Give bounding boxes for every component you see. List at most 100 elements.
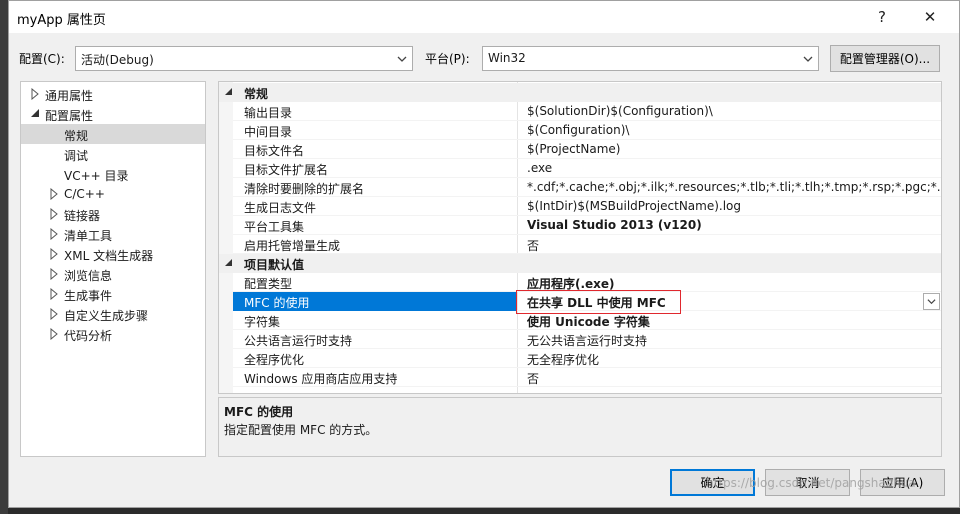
platform-label: 平台(P): bbox=[425, 52, 470, 66]
property-row[interactable]: 中间目录 $(Configuration)\ bbox=[233, 121, 941, 140]
expand-arrow-icon bbox=[50, 268, 58, 280]
tree-item-browse-information[interactable]: 浏览信息 bbox=[21, 264, 205, 284]
property-value[interactable]: 使用 Unicode 字符集 bbox=[527, 313, 941, 330]
configuration-value: 活动(Debug) bbox=[81, 53, 154, 67]
property-grid: 常规 输出目录 $(SolutionDir)$(Configuration)\ 中… bbox=[218, 81, 942, 394]
property-value[interactable]: Visual Studio 2013 (v120) bbox=[527, 218, 941, 232]
property-row[interactable]: 目标文件扩展名 .exe bbox=[233, 159, 941, 178]
tree-item-label: XML 文档生成器 bbox=[64, 249, 154, 263]
chevron-down-icon bbox=[397, 56, 407, 62]
description-text: 指定配置使用 MFC 的方式。 bbox=[224, 423, 378, 437]
tree-item-code-analysis[interactable]: 代码分析 bbox=[21, 324, 205, 344]
tree-item-linker[interactable]: 链接器 bbox=[21, 204, 205, 224]
expand-arrow-icon bbox=[50, 228, 58, 240]
property-value[interactable]: 无全程序优化 bbox=[527, 351, 941, 368]
property-name: 公共语言运行时支持 bbox=[244, 334, 353, 348]
tree-item-configuration-properties[interactable]: 配置属性 bbox=[21, 104, 205, 124]
description-panel: MFC 的使用 指定配置使用 MFC 的方式。 bbox=[218, 397, 942, 457]
property-name: 清除时要删除的扩展名 bbox=[244, 182, 365, 196]
property-row[interactable]: 平台工具集 Visual Studio 2013 (v120) bbox=[233, 216, 941, 235]
collapse-arrow-icon bbox=[31, 109, 39, 117]
tree-item-label: 浏览信息 bbox=[64, 269, 113, 283]
property-name: 目标文件扩展名 bbox=[244, 163, 329, 177]
property-row[interactable]: 输出目录 $(SolutionDir)$(Configuration)\ bbox=[233, 102, 941, 121]
tree-item-label: 生成事件 bbox=[64, 289, 113, 303]
property-tree: 通用属性 配置属性 常规 调试 VC++ 目录 C/C++ 链接器 清单工具 X… bbox=[20, 81, 206, 457]
collapse-arrow-icon bbox=[225, 88, 232, 95]
expand-arrow-icon bbox=[31, 88, 39, 100]
property-name: 输出目录 bbox=[244, 106, 293, 120]
tree-item-cpp[interactable]: C/C++ bbox=[21, 184, 205, 204]
window-title: myApp 属性页 bbox=[17, 13, 106, 28]
property-name: 中间目录 bbox=[244, 125, 293, 139]
property-name: 配置类型 bbox=[244, 277, 293, 291]
category-general[interactable]: 常规 bbox=[219, 83, 941, 102]
category-label: 常规 bbox=[244, 87, 269, 101]
property-name: MFC 的使用 bbox=[244, 296, 310, 310]
expand-arrow-icon bbox=[50, 188, 58, 200]
tree-item-vc-directories[interactable]: VC++ 目录 bbox=[21, 164, 205, 184]
platform-value: Win32 bbox=[488, 51, 526, 65]
property-value[interactable]: $(SolutionDir)$(Configuration)\ bbox=[527, 104, 941, 118]
chevron-down-icon bbox=[927, 299, 936, 305]
expand-arrow-icon bbox=[50, 308, 58, 320]
highlight-annotation bbox=[516, 290, 681, 314]
property-name: 生成日志文件 bbox=[244, 201, 317, 215]
property-value[interactable]: $(IntDir)$(MSBuildProjectName).log bbox=[527, 199, 941, 213]
tree-item-general[interactable]: 常规 bbox=[21, 124, 205, 144]
property-value[interactable]: *.cdf;*.cache;*.obj;*.ilk;*.resources;*.… bbox=[527, 180, 941, 194]
property-name: 目标文件名 bbox=[244, 144, 305, 158]
close-button[interactable]: ✕ bbox=[907, 1, 953, 33]
property-row[interactable]: 清除时要删除的扩展名 *.cdf;*.cache;*.obj;*.ilk;*.re… bbox=[233, 178, 941, 197]
property-row[interactable]: 目标文件名 $(ProjectName) bbox=[233, 140, 941, 159]
configuration-label: 配置(C): bbox=[19, 52, 65, 66]
tree-item-label: 常规 bbox=[64, 129, 89, 143]
property-value[interactable]: .exe bbox=[527, 161, 941, 175]
value-dropdown-button[interactable] bbox=[923, 293, 940, 310]
tree-item-xml-doc-generator[interactable]: XML 文档生成器 bbox=[21, 244, 205, 264]
property-row[interactable]: Windows 应用商店应用支持 否 bbox=[233, 368, 941, 387]
property-value[interactable]: 否 bbox=[527, 237, 941, 254]
tree-item-label: VC++ 目录 bbox=[64, 169, 129, 183]
tree-item-label: 调试 bbox=[64, 149, 89, 163]
configuration-combo[interactable]: 活动(Debug) bbox=[75, 46, 413, 71]
configuration-manager-button[interactable]: 配置管理器(O)... bbox=[830, 45, 940, 72]
tree-item-label: 链接器 bbox=[64, 209, 101, 223]
property-row[interactable]: 全程序优化 无全程序优化 bbox=[233, 349, 941, 368]
property-name: 平台工具集 bbox=[244, 220, 305, 234]
tree-item-label: 通用属性 bbox=[45, 89, 94, 103]
property-name: Windows 应用商店应用支持 bbox=[244, 372, 398, 386]
description-heading: MFC 的使用 bbox=[224, 405, 294, 419]
property-value[interactable]: 无公共语言运行时支持 bbox=[527, 332, 941, 349]
tree-item-common-properties[interactable]: 通用属性 bbox=[21, 84, 205, 104]
title-bar: myApp 属性页 ? ✕ bbox=[9, 1, 959, 33]
category-label: 项目默认值 bbox=[244, 258, 305, 272]
tree-item-manifest-tool[interactable]: 清单工具 bbox=[21, 224, 205, 244]
expand-arrow-icon bbox=[50, 208, 58, 220]
tree-item-label: 配置属性 bbox=[45, 109, 94, 123]
expand-arrow-icon bbox=[50, 328, 58, 340]
property-row[interactable]: 生成日志文件 $(IntDir)$(MSBuildProjectName).log bbox=[233, 197, 941, 216]
property-row[interactable]: 公共语言运行时支持 无公共语言运行时支持 bbox=[233, 330, 941, 349]
property-name: 全程序优化 bbox=[244, 353, 305, 367]
expand-arrow-icon bbox=[50, 288, 58, 300]
tree-item-debugging[interactable]: 调试 bbox=[21, 144, 205, 164]
tree-item-custom-build-step[interactable]: 自定义生成步骤 bbox=[21, 304, 205, 324]
property-value[interactable]: $(ProjectName) bbox=[527, 142, 941, 156]
property-name: 字符集 bbox=[244, 315, 281, 329]
grid-gutter bbox=[219, 82, 233, 393]
property-row[interactable]: 启用托管增量生成 否 bbox=[233, 235, 941, 254]
collapse-arrow-icon bbox=[225, 259, 232, 266]
tree-item-label: 自定义生成步骤 bbox=[64, 309, 149, 323]
tree-item-label: 代码分析 bbox=[64, 329, 113, 343]
tree-item-build-events[interactable]: 生成事件 bbox=[21, 284, 205, 304]
property-value[interactable]: 否 bbox=[527, 370, 941, 387]
property-pages-dialog: myApp 属性页 ? ✕ 配置(C): 活动(Debug) 平台(P): Wi… bbox=[8, 0, 960, 508]
expand-arrow-icon bbox=[50, 248, 58, 260]
tree-item-label: 清单工具 bbox=[64, 229, 113, 243]
help-button[interactable]: ? bbox=[859, 1, 905, 33]
background-window bbox=[0, 0, 8, 514]
property-value[interactable]: $(Configuration)\ bbox=[527, 123, 941, 137]
category-project-defaults[interactable]: 项目默认值 bbox=[219, 254, 941, 273]
platform-combo[interactable]: Win32 bbox=[482, 46, 819, 71]
